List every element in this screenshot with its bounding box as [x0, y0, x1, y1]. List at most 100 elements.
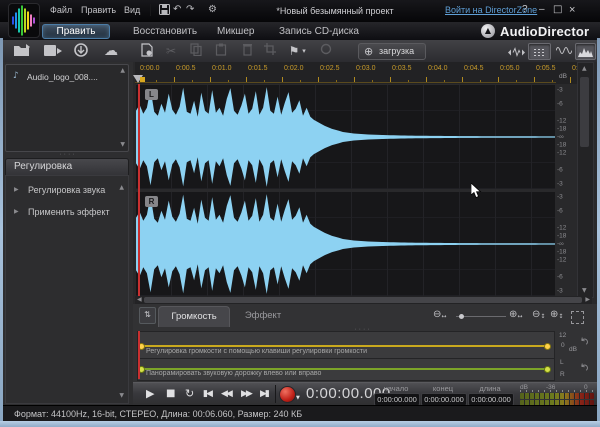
panel-splitter[interactable]: ···· [3, 151, 133, 158]
horizontal-scrollbar[interactable]: ◀ ▶ [135, 296, 592, 304]
keyframe-expander-button[interactable]: ⇅ [139, 307, 156, 324]
library-scroll-up-icon[interactable]: ▲ [120, 68, 125, 74]
ruler-tick-label: 0:04.5 [464, 65, 484, 72]
library-item-audio-file[interactable]: ♪ Audio_logo_008.... [8, 70, 118, 83]
paste-icon[interactable] [213, 43, 229, 59]
export-file-icon[interactable] [42, 43, 64, 59]
ruler-tick-label: 0:05.0 [500, 65, 520, 72]
meter-tick-marks [520, 390, 594, 392]
waveform-channel-left[interactable] [136, 85, 555, 189]
delete-icon[interactable] [239, 43, 255, 59]
zoom-out-horizontal-icon[interactable]: ⊖↔ [433, 309, 446, 320]
undo-icon[interactable]: ↶ [173, 4, 181, 16]
window-frame-bottom [0, 421, 600, 427]
timeline-ruler[interactable]: 0:00.0 0:00.5 0:01.0 0:01.5 0:02.0 0:02.5 0:03… [135, 62, 577, 84]
vscroll-thumb[interactable] [580, 77, 589, 147]
minimize-button[interactable]: – [539, 4, 545, 15]
upload-button[interactable]: ⊕ загрузка [358, 43, 426, 60]
tab-cd-burn[interactable]: Запись CD-диска [279, 26, 359, 37]
ruler-tick-label: 0:02.0 [284, 65, 304, 72]
playhead-line[interactable] [138, 84, 140, 296]
upload-button-label: загрузка [379, 46, 415, 56]
ruler-tick-label: 0:05.5 [536, 65, 556, 72]
settings-gear-icon[interactable]: ⚙ [208, 4, 217, 16]
hscroll-right-icon[interactable]: ▶ [585, 297, 590, 303]
record-dropdown-icon[interactable]: ▼ [296, 391, 300, 405]
save-icon[interactable] [159, 4, 170, 19]
go-to-start-button[interactable]: ▮◀ [203, 387, 213, 401]
volume-keyframe-end[interactable] [544, 343, 551, 350]
redo-icon[interactable]: ↷ [186, 4, 194, 16]
adjust-item-label: Регулировка звука [28, 185, 106, 195]
pan-keyframe-end[interactable] [544, 366, 551, 373]
vscroll-up-icon[interactable]: ▲ [582, 66, 587, 72]
main-toolbar: ☁ ✂ ⚑ ▾ ⊕ загрузка [0, 40, 600, 102]
adjust-item-effect[interactable]: ▶ Применить эффект [6, 202, 128, 222]
normalize-icon[interactable] [318, 43, 334, 59]
pan-scale-left: L [560, 359, 564, 366]
tab-mixer[interactable]: Микшер [217, 26, 254, 37]
db-scale-label: -12 [557, 224, 567, 232]
stop-button[interactable]: ■ [166, 387, 175, 401]
adjust-scroll-down-icon[interactable]: ▼ [119, 393, 124, 399]
play-button[interactable]: ▶ [146, 387, 154, 401]
zoom-out-vertical-icon[interactable]: ⊖↕ [532, 309, 545, 320]
volume-reset-icon[interactable]: ↶ [576, 334, 592, 349]
level-meter: dB -36 0 [520, 384, 594, 406]
help-button[interactable]: ? [522, 4, 528, 15]
ruler-tick-label: 0:00.0 [140, 65, 160, 72]
tab-restore[interactable]: Восстановить [133, 26, 197, 37]
trim-icon[interactable] [262, 43, 278, 59]
fit-view-button[interactable] [571, 311, 584, 324]
cut-icon[interactable]: ✂ [163, 43, 179, 59]
hscroll-thumb[interactable] [144, 297, 582, 303]
menu-file[interactable]: Файл [50, 5, 72, 15]
marker-dropdown-icon[interactable]: ▾ [300, 43, 308, 59]
rewind-button[interactable]: ◀◀ [221, 387, 233, 401]
directorzone-download-icon[interactable] [72, 43, 94, 59]
hscroll-left-icon[interactable]: ◀ [137, 297, 142, 303]
fit-waveform-toggle[interactable] [506, 43, 527, 58]
zoom-slider-handle[interactable] [459, 314, 464, 319]
go-to-end-button[interactable]: ▶▮ [260, 387, 270, 401]
maximize-button[interactable]: □ [553, 4, 562, 15]
library-scroll-down-icon[interactable]: ▼ [120, 142, 125, 148]
channel-left-badge: L [145, 89, 158, 100]
import-file-icon[interactable] [12, 43, 34, 59]
keyframe-playhead-line [138, 331, 140, 379]
vertical-scrollbar[interactable]: ▲ ▼ [577, 62, 594, 298]
adjust-item-volume[interactable]: ▶ Регулировка звука [6, 180, 128, 200]
db-scale-label: -6 [557, 273, 563, 281]
cloud-icon[interactable]: ☁ [100, 43, 122, 59]
adjust-scroll-up-icon[interactable]: ▲ [119, 185, 124, 191]
record-button[interactable] [279, 386, 296, 403]
status-bar: Формат: 44100Hz, 16-bit, СТЕРЕО, Длина: … [3, 405, 597, 422]
copy-icon[interactable] [188, 43, 204, 59]
waveform-view-toggle[interactable] [553, 43, 574, 58]
ruler-tick-label: 0:01.5 [248, 65, 268, 72]
zoom-in-horizontal-icon[interactable]: ⊕↔ [509, 309, 522, 320]
db-scale-label: -3 [557, 287, 563, 295]
keyframe-view-toggle[interactable] [528, 43, 551, 60]
tab-volume[interactable]: Громкость [158, 306, 230, 327]
close-button[interactable]: × [569, 4, 575, 16]
tab-edit[interactable]: Править [42, 24, 110, 39]
tab-effect[interactable]: Эффект [232, 306, 294, 326]
mouse-cursor [470, 182, 482, 204]
vscroll-down-icon[interactable]: ▼ [582, 288, 587, 294]
volume-keyframe-lane[interactable]: Регулировка громкости с помощью клавиши … [137, 331, 555, 359]
spectral-view-toggle[interactable] [575, 43, 596, 60]
menu-view[interactable]: Вид [124, 5, 140, 15]
convert-file-icon[interactable] [139, 43, 155, 59]
pan-keyframe-lane[interactable]: Панорамировать звуковую дорожку влево ил… [137, 358, 555, 381]
fast-forward-button[interactable]: ▶▶ [241, 387, 253, 401]
db-scale-label: -12 [557, 149, 567, 157]
marker-icon[interactable]: ⚑ [287, 43, 301, 59]
menu-edit[interactable]: Править [81, 5, 116, 15]
waveform-channel-right[interactable] [136, 192, 555, 296]
zoom-in-vertical-icon[interactable]: ⊕↕ [550, 309, 563, 320]
pan-reset-icon[interactable]: ↶ [576, 360, 592, 375]
volume-keyframe-line[interactable] [140, 345, 548, 347]
adjust-section-list: ▶ Регулировка звука ▶ Применить эффект ▲… [5, 175, 129, 404]
loop-button[interactable]: ↻ [185, 387, 194, 401]
